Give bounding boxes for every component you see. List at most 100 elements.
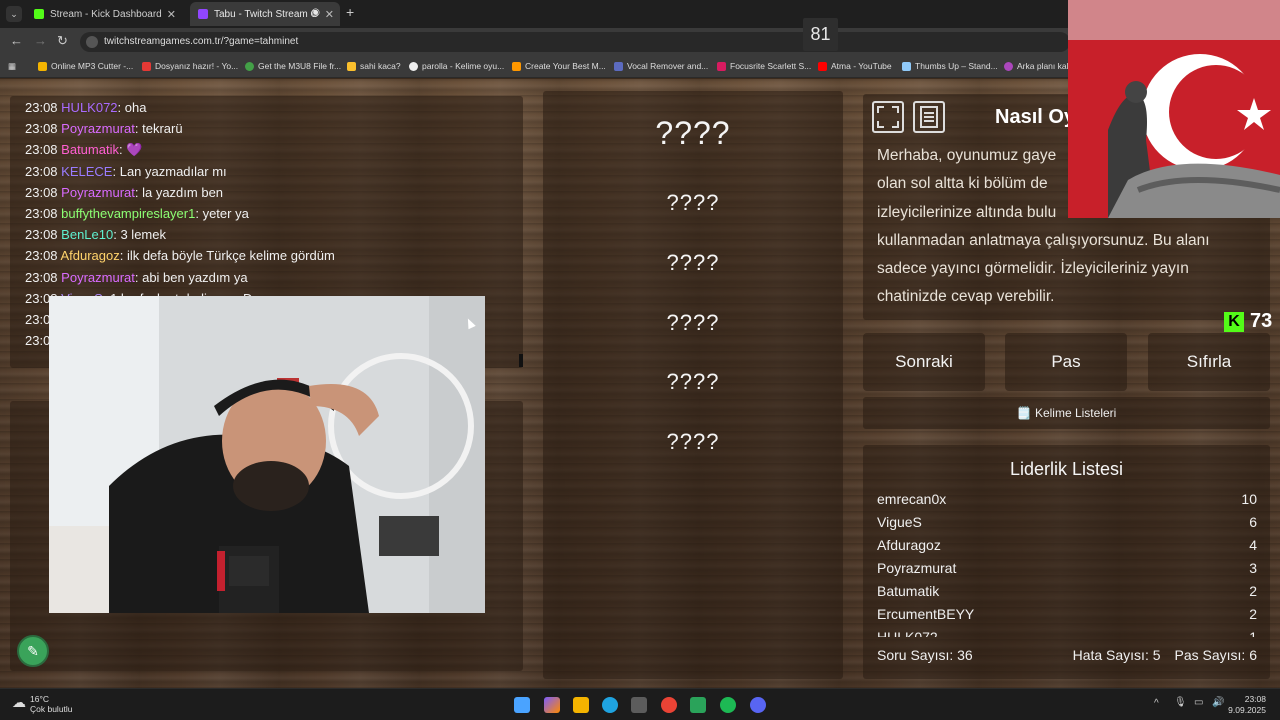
network-icon[interactable]: ▭ bbox=[1194, 697, 1203, 708]
player-name: Batumatik bbox=[877, 583, 940, 599]
chat-message: 23:08 KELECE: Lan yazmadılar mı bbox=[25, 164, 227, 179]
twitch-icon bbox=[198, 9, 208, 19]
tab-tabu-game[interactable]: Tabu - Twitch Stream Game ◉ ✕ bbox=[190, 2, 340, 26]
chat-timestamp: 23:08 bbox=[25, 163, 58, 179]
bookmark-icon bbox=[347, 61, 356, 71]
microphone-icon[interactable]: 🎙 bbox=[1174, 697, 1187, 708]
bookmark-icon bbox=[512, 61, 521, 71]
chat-username[interactable]: Afduragoz bbox=[60, 248, 119, 263]
bookmark-item[interactable]: Thumbs Up – Stand... bbox=[902, 61, 998, 71]
edge-icon[interactable] bbox=[602, 697, 618, 713]
close-tab-icon[interactable]: ✕ bbox=[325, 8, 334, 21]
start-icon[interactable] bbox=[514, 697, 530, 713]
player-score: 3 bbox=[1249, 560, 1257, 576]
leaderboard-row: Afduragoz 4 bbox=[877, 537, 1257, 553]
leaderboard-title: Liderlik Listesi bbox=[1009, 459, 1124, 479]
reload-icon[interactable]: ↻ bbox=[57, 33, 68, 49]
system-clock[interactable]: 23:08 9.09.2025 bbox=[1228, 694, 1266, 716]
chat-timestamp: 23:08 bbox=[25, 142, 58, 158]
reset-button[interactable]: Sıfırla bbox=[1148, 333, 1270, 391]
chat-message: 23:08 Poyrazmurat: tekrarü bbox=[25, 121, 183, 136]
url-input[interactable]: twitchstreamgames.com.tr/?game=tahminet bbox=[80, 32, 1070, 52]
bookmark-item[interactable]: Get the M3U8 File fr... bbox=[245, 61, 341, 71]
youtube-icon bbox=[818, 61, 827, 71]
tab-menu-button[interactable]: ⌄ bbox=[6, 6, 22, 22]
kick-app-icon[interactable] bbox=[690, 697, 706, 713]
error-count: Hata Sayısı: 5 bbox=[1072, 647, 1161, 663]
bookmark-icon bbox=[409, 61, 418, 71]
forbidden-word-2: ???? bbox=[666, 250, 720, 275]
audio-playing-icon[interactable]: ◉ bbox=[311, 7, 320, 18]
player-name: ErcumentBEYY bbox=[877, 606, 975, 622]
weather-widget[interactable]: ☁ 16°C Çok bulutlu bbox=[12, 694, 73, 714]
url-text: twitchstreamgames.com.tr/?game=tahminet bbox=[104, 36, 299, 47]
webcam-overlay bbox=[49, 296, 485, 613]
leaderboard-row: VigueS 6 bbox=[877, 514, 1257, 530]
back-icon[interactable]: ← bbox=[10, 33, 23, 48]
chat-text: : yeter ya bbox=[195, 206, 249, 221]
leaderboard-row: HULK072 1 bbox=[877, 629, 1257, 637]
bookmark-item[interactable]: Dosyanız hazır! - Yo... bbox=[142, 61, 238, 71]
next-button[interactable]: Sonraki bbox=[863, 333, 985, 391]
discord-icon[interactable] bbox=[750, 697, 766, 713]
forbidden-word-4: ???? bbox=[666, 369, 720, 394]
document-icon[interactable] bbox=[913, 101, 945, 133]
tab-kick-dashboard[interactable]: Stream - Kick Dashboard ✕ bbox=[26, 2, 182, 26]
bookmark-item[interactable]: Focusrite Scarlett S... bbox=[717, 61, 811, 71]
chat-text: : 💜 bbox=[118, 142, 143, 158]
chat-text: : ilk defa böyle Türkçe kelime gördüm bbox=[119, 248, 335, 264]
bookmark-item[interactable]: Create Your Best M... bbox=[512, 61, 606, 71]
site-info-icon[interactable] bbox=[86, 36, 98, 48]
bookmark-item[interactable]: Atma - YouTube bbox=[818, 61, 892, 71]
new-tab-button[interactable]: + bbox=[346, 4, 354, 20]
cloud-icon: ☁ bbox=[12, 694, 26, 710]
chat-message: 23:08 Batumatik: 💜 bbox=[25, 142, 142, 158]
chat-message: 23:08 Poyrazmurat: la yazdım ben bbox=[25, 185, 223, 200]
close-tab-icon[interactable]: ✕ bbox=[167, 8, 176, 21]
bookmark-item[interactable]: Online MP3 Cutter -... bbox=[38, 61, 133, 71]
bookmark-icon bbox=[38, 61, 47, 71]
chat-text: : 3 lemek bbox=[113, 227, 166, 243]
chat-username[interactable]: KELECE bbox=[61, 164, 112, 179]
word-lists-button[interactable]: 🗒️ Kelime Listeleri bbox=[863, 397, 1270, 429]
chat-timestamp: 23:08 bbox=[25, 184, 58, 200]
forward-icon[interactable]: → bbox=[34, 33, 47, 48]
bookmark-icon bbox=[1004, 61, 1013, 71]
fullscreen-icon[interactable] bbox=[872, 101, 904, 133]
player-score: 1 bbox=[1249, 629, 1257, 637]
spotify-icon[interactable] bbox=[720, 697, 736, 713]
leaderboard-row: Poyrazmurat 3 bbox=[877, 560, 1257, 576]
bookmark-item[interactable]: sahi kaca? bbox=[347, 61, 401, 71]
bookmark-icon bbox=[142, 61, 151, 71]
chat-username[interactable]: HULK072 bbox=[61, 100, 117, 115]
bookmark-item[interactable]: parolla - Kelime oyu... bbox=[409, 61, 504, 71]
leaderboard-list[interactable]: emrecan0x 10 VigueS 6 Afduragoz 4 Poyrazmurat 3… bbox=[877, 491, 1257, 637]
bookmark-item[interactable]: Vocal Remover and... bbox=[614, 61, 708, 71]
chat-username[interactable]: Poyrazmurat bbox=[61, 270, 135, 285]
chat-scrollbar[interactable] bbox=[519, 354, 523, 367]
chrome-icon[interactable] bbox=[661, 697, 677, 713]
pencil-icon[interactable]: ✎ bbox=[17, 635, 49, 667]
chat-username[interactable]: Poyrazmurat bbox=[61, 185, 135, 200]
chevron-up-icon[interactable]: ^ bbox=[1154, 698, 1159, 709]
tab-title: Tabu - Twitch Stream Game bbox=[214, 8, 318, 20]
store-icon[interactable] bbox=[631, 697, 647, 713]
notepad-icon: 🗒️ bbox=[1016, 406, 1032, 420]
chat-text: : oha bbox=[117, 100, 147, 115]
chat-username[interactable]: Poyrazmurat bbox=[61, 121, 135, 136]
volume-icon[interactable]: 🔊 bbox=[1212, 697, 1224, 708]
chat-text: : tekrarü bbox=[134, 121, 183, 137]
streamer-webcam-image bbox=[49, 296, 485, 613]
chat-username[interactable]: Batumatik bbox=[61, 142, 119, 157]
pass-button[interactable]: Pas bbox=[1005, 333, 1127, 391]
chat-username[interactable]: BenLe10 bbox=[61, 227, 113, 242]
copilot-icon[interactable] bbox=[544, 697, 560, 713]
bookmark-item[interactable]: Arka planı kal... bbox=[1004, 61, 1076, 71]
chat-username[interactable]: buffythevampireslayer1 bbox=[61, 206, 195, 221]
apps-icon[interactable]: ▦ bbox=[8, 61, 16, 72]
player-name: emrecan0x bbox=[877, 491, 947, 507]
chat-timestamp: 23:08 bbox=[25, 227, 58, 243]
chat-timestamp: 23:08 bbox=[25, 100, 58, 115]
file-explorer-icon[interactable] bbox=[573, 697, 589, 713]
main-word: ???? bbox=[655, 115, 731, 151]
